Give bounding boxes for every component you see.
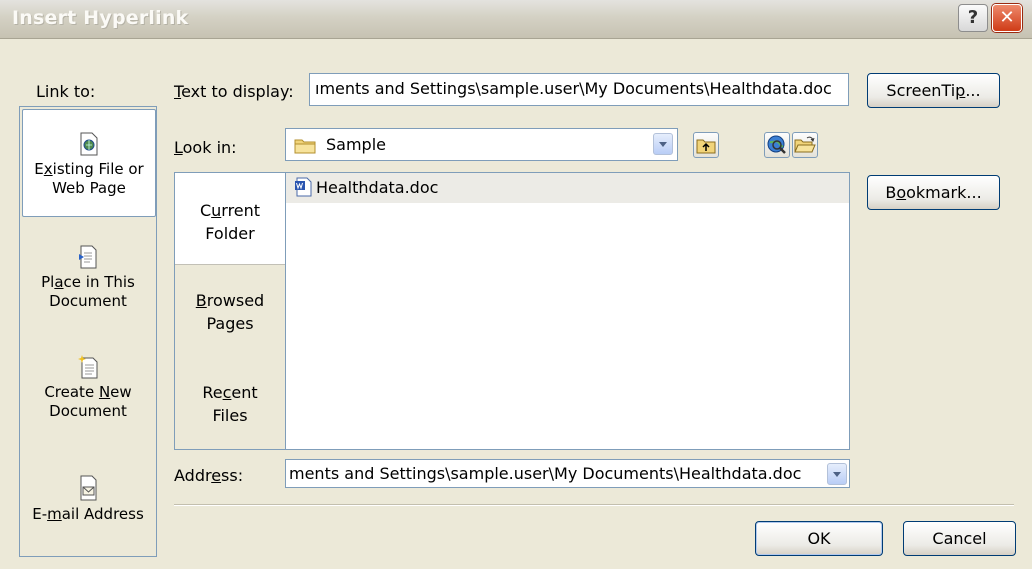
file-name: Healthdata.doc [316, 178, 439, 197]
browse-web-button[interactable] [764, 132, 790, 158]
address-dropdown-arrow[interactable] [827, 463, 847, 485]
link-to-existing-file[interactable]: Existing File or Web Page [22, 109, 156, 217]
current-folder-tab[interactable]: Current Folder [175, 173, 285, 265]
close-button[interactable]: ✕ [992, 4, 1022, 32]
window-title: Insert Hyperlink [12, 7, 189, 29]
up-folder-icon [696, 139, 716, 154]
folder-icon [294, 139, 316, 154]
look-in-value: Sample [326, 135, 386, 154]
divider [174, 504, 1014, 506]
email-address-icon [80, 475, 97, 501]
link-to-label: Link to: [36, 82, 96, 101]
cancel-button[interactable]: Cancel [903, 521, 1016, 556]
help-icon: ? [967, 7, 979, 28]
browse-file-button[interactable] [792, 132, 818, 158]
link-to-place-in-document[interactable]: Place in This Document [22, 245, 154, 311]
link-to-create-new-document[interactable]: Create New Document [22, 355, 154, 421]
file-list[interactable]: Healthdata.doc [285, 172, 850, 450]
browse-bar: Current Folder Browsed Pages Recent File… [174, 172, 285, 450]
ok-button[interactable]: OK [755, 521, 883, 556]
address-value: ments and Settings\sample.user\My Docume… [289, 464, 802, 483]
word-document-icon [295, 177, 312, 197]
text-to-display-value: ıments and Settings\sample.user\My Docum… [315, 79, 832, 98]
list-item[interactable]: Healthdata.doc [286, 173, 849, 203]
up-one-folder-button[interactable] [693, 132, 719, 158]
bookmark-button[interactable]: Bookmark... [867, 175, 1000, 210]
screentip-button[interactable]: ScreenTip... [867, 73, 1000, 108]
existing-file-icon [80, 132, 98, 156]
insert-hyperlink-dialog: Insert Hyperlink ? ✕ Link to: Text to di… [0, 0, 1032, 569]
address-combo[interactable]: ments and Settings\sample.user\My Docume… [285, 459, 850, 488]
browsed-pages-tab[interactable]: Browsed Pages [175, 289, 285, 335]
text-to-display-label: Text to display: [174, 82, 294, 101]
browse-web-icon [767, 135, 786, 154]
place-in-document-icon [79, 245, 97, 269]
link-to-bar: Existing File or Web Page Place in This … [19, 106, 157, 557]
help-button[interactable]: ? [958, 4, 988, 32]
open-folder-icon [794, 136, 816, 153]
address-label: Address: [174, 466, 244, 485]
close-icon: ✕ [999, 7, 1015, 28]
link-to-email-address[interactable]: E-mail Address [22, 475, 154, 524]
look-in-select[interactable]: Sample [285, 128, 678, 161]
text-to-display-input[interactable]: ıments and Settings\sample.user\My Docum… [309, 73, 849, 106]
new-document-icon [78, 355, 98, 379]
look-in-label: Look in: [174, 138, 237, 157]
look-in-dropdown-arrow[interactable] [653, 133, 673, 155]
recent-files-tab[interactable]: Recent Files [175, 381, 285, 427]
title-bar[interactable]: Insert Hyperlink ? ✕ [0, 0, 1032, 39]
